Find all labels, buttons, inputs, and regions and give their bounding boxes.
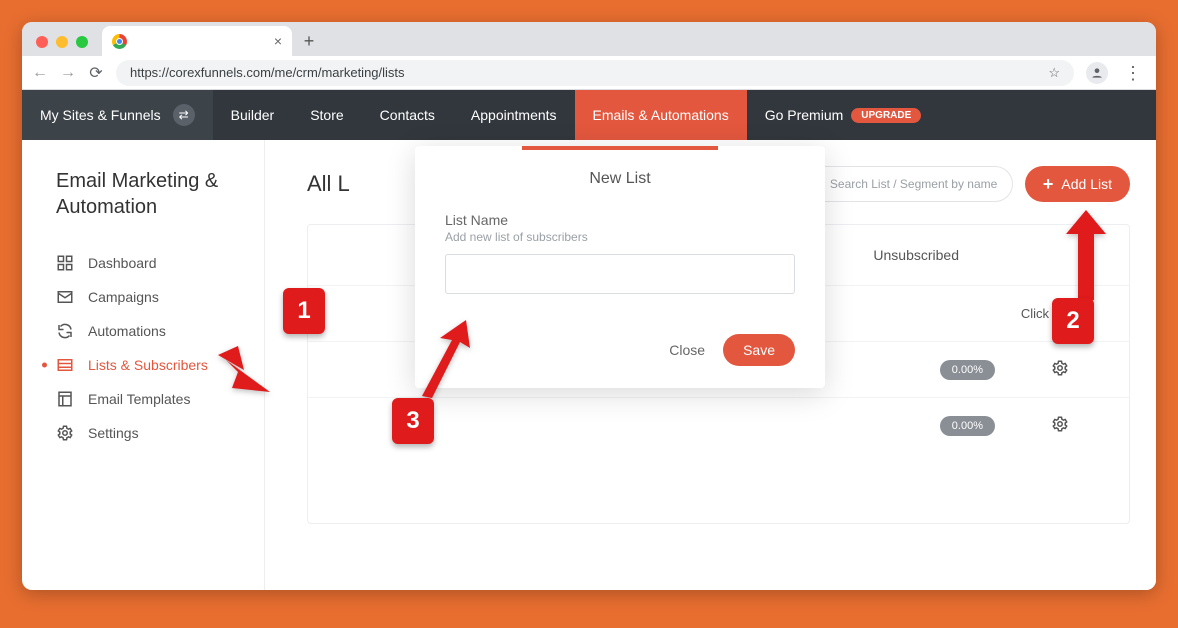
browser-address-bar: ← → ⟳ https://corexfunnels.com/me/crm/ma…: [22, 56, 1156, 90]
sidebar-item-label: Campaigns: [88, 289, 159, 305]
sidebar-item-label: Automations: [88, 323, 166, 339]
swap-icon: ⇄: [173, 104, 195, 126]
annotation-badge-1: 1: [283, 288, 325, 334]
search-placeholder: Search List / Segment by name: [830, 177, 997, 191]
annotation-arrow-1: [218, 340, 278, 405]
list-icon: [56, 356, 74, 374]
annotation-badge-3: 3: [392, 398, 434, 444]
field-hint: Add new list of subscribers: [445, 230, 795, 244]
app-body: Email Marketing & Automation Dashboard C…: [22, 140, 1156, 590]
nav-contacts[interactable]: Contacts: [362, 90, 453, 140]
profile-avatar[interactable]: [1086, 62, 1108, 84]
annotation-badge-2: 2: [1052, 298, 1094, 344]
app-top-nav: My Sites & Funnels ⇄ Builder Store Conta…: [22, 90, 1156, 140]
sidebar-item-label: Dashboard: [88, 255, 157, 271]
row-settings-icon[interactable]: [1051, 359, 1069, 380]
page-title: All L: [307, 171, 350, 197]
dashboard-icon: [56, 254, 74, 272]
maximize-window-icon[interactable]: [76, 36, 88, 48]
sidebar-item-automations[interactable]: Automations: [56, 314, 244, 348]
back-icon[interactable]: ←: [32, 64, 48, 82]
add-list-label: Add List: [1061, 176, 1112, 192]
nav-builder[interactable]: Builder: [213, 90, 293, 140]
chrome-icon: [112, 34, 127, 49]
sidebar-item-settings[interactable]: Settings: [56, 416, 244, 450]
gear-icon: [56, 424, 74, 442]
annotation-arrow-2: [1056, 210, 1116, 305]
field-label: List Name: [445, 212, 795, 228]
close-window-icon[interactable]: [36, 36, 48, 48]
sidebar-item-label: Settings: [88, 425, 139, 441]
url-field[interactable]: https://corexfunnels.com/me/crm/marketin…: [116, 60, 1074, 86]
sidebar-item-campaigns[interactable]: Campaigns: [56, 280, 244, 314]
refresh-icon: [56, 322, 74, 340]
minimize-window-icon[interactable]: [56, 36, 68, 48]
browser-tab[interactable]: ×: [102, 26, 292, 56]
nav-appointments[interactable]: Appointments: [453, 90, 575, 140]
forward-icon[interactable]: →: [60, 64, 76, 82]
brand-switcher[interactable]: My Sites & Funnels ⇄: [22, 90, 213, 140]
sidebar-title: Email Marketing & Automation: [56, 168, 244, 220]
add-list-button[interactable]: + Add List: [1025, 166, 1130, 202]
window-controls: [32, 36, 96, 56]
rate-chip: 0.00%: [940, 416, 995, 436]
sidebar-item-label: Lists & Subscribers: [88, 357, 208, 373]
main-content: All L Search List / Segment by name + Ad…: [264, 140, 1156, 590]
sidebar-item-lists[interactable]: Lists & Subscribers: [56, 348, 244, 382]
bookmark-icon[interactable]: ☆: [1048, 65, 1060, 81]
list-name-input[interactable]: [445, 254, 795, 294]
save-button[interactable]: Save: [723, 334, 795, 366]
envelope-icon: [56, 288, 74, 306]
modal-title: New List: [415, 150, 825, 212]
new-tab-button[interactable]: +: [296, 28, 322, 54]
search-input[interactable]: Search List / Segment by name: [793, 166, 1013, 202]
close-button[interactable]: Close: [669, 342, 705, 358]
nav-store[interactable]: Store: [292, 90, 361, 140]
sidebar-item-label: Email Templates: [88, 391, 190, 407]
template-icon: [56, 390, 74, 408]
reload-icon[interactable]: ⟳: [88, 63, 104, 83]
sidebar-item-dashboard[interactable]: Dashboard: [56, 246, 244, 280]
annotation-arrow-3: [416, 320, 486, 405]
rate-chip: 0.00%: [940, 360, 995, 380]
nav-go-premium[interactable]: Go Premium UPGRADE: [747, 90, 940, 140]
browser-menu-icon[interactable]: ⋮: [1120, 64, 1146, 82]
url-text: https://corexfunnels.com/me/crm/marketin…: [130, 65, 405, 80]
nav-emails-automations[interactable]: Emails & Automations: [575, 90, 747, 140]
row-settings-icon[interactable]: [1051, 415, 1069, 436]
upgrade-pill: UPGRADE: [851, 108, 921, 123]
sidebar-item-templates[interactable]: Email Templates: [56, 382, 244, 416]
brand-label: My Sites & Funnels: [40, 107, 161, 123]
plus-icon: +: [1043, 174, 1054, 195]
browser-window: × + ← → ⟳ https://corexfunnels.com/me/cr…: [22, 22, 1156, 590]
column-unsubscribed: Unsubscribed: [873, 247, 959, 263]
browser-tabstrip: × +: [22, 22, 1156, 56]
close-tab-icon[interactable]: ×: [274, 33, 282, 49]
